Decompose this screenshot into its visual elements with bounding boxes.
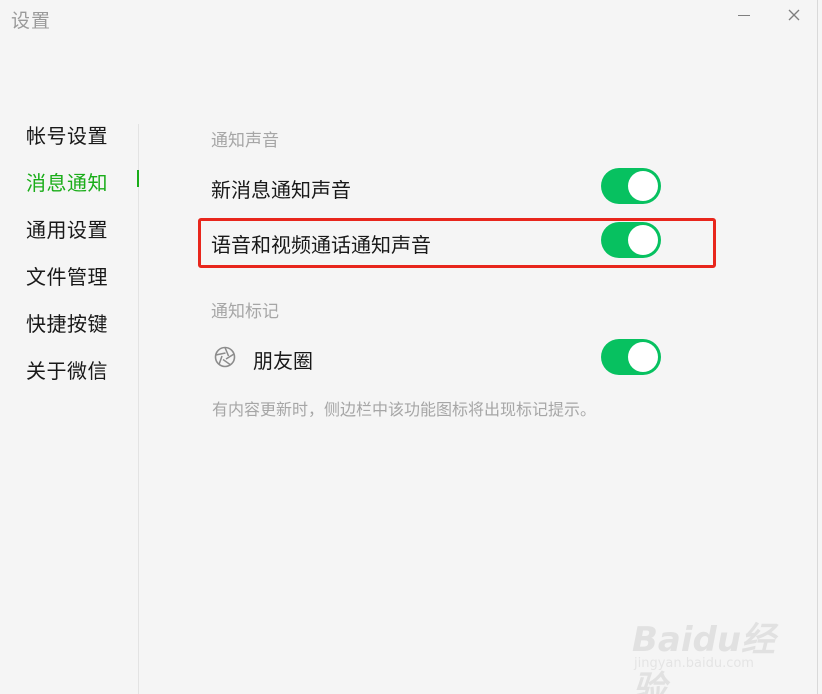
new-message-sound-toggle[interactable]: [601, 168, 661, 204]
sidebar-item-general[interactable]: 通用设置: [26, 214, 108, 243]
baidu-watermark: Baidu经验 jingyan.baidu.com: [632, 612, 782, 694]
close-icon: [788, 9, 800, 21]
sidebar-item-account[interactable]: 帐号设置: [26, 120, 108, 149]
moments-aperture-icon: [214, 346, 236, 368]
close-button[interactable]: [782, 4, 806, 26]
call-sound-label: 语音和视频通话通知声音: [211, 233, 431, 257]
settings-window: 设置 帐号设置 消息通知 通用设置 文件管理 快捷按键 关于微信 通知声音 新消…: [0, 0, 822, 694]
moments-toggle[interactable]: [601, 339, 661, 375]
window-title: 设置: [11, 10, 52, 32]
toggle-knob: [628, 225, 658, 255]
section-title-sound: 通知声音: [211, 131, 279, 151]
sidebar-divider: [138, 124, 139, 694]
sidebar-item-shortcuts[interactable]: 快捷按键: [26, 308, 108, 337]
minimize-button[interactable]: [732, 4, 756, 26]
new-message-sound-label: 新消息通知声音: [211, 178, 351, 202]
sidebar-item-files[interactable]: 文件管理: [26, 261, 108, 290]
minimize-icon: [738, 15, 750, 16]
toggle-knob: [628, 171, 658, 201]
watermark-logo: Baidu经验: [632, 620, 776, 694]
sidebar-item-about[interactable]: 关于微信: [26, 355, 108, 384]
sidebar-item-notifications[interactable]: 消息通知: [26, 167, 108, 196]
toggle-knob: [628, 342, 658, 372]
window-border: [817, 0, 818, 694]
active-indicator: [137, 170, 139, 187]
moments-label: 朋友圈: [253, 349, 313, 373]
call-sound-toggle[interactable]: [601, 222, 661, 258]
mark-hint-text: 有内容更新时，侧边栏中该功能图标将出现标记提示。: [212, 400, 597, 419]
watermark-url: jingyan.baidu.com: [634, 656, 754, 671]
section-title-mark: 通知标记: [211, 302, 279, 322]
